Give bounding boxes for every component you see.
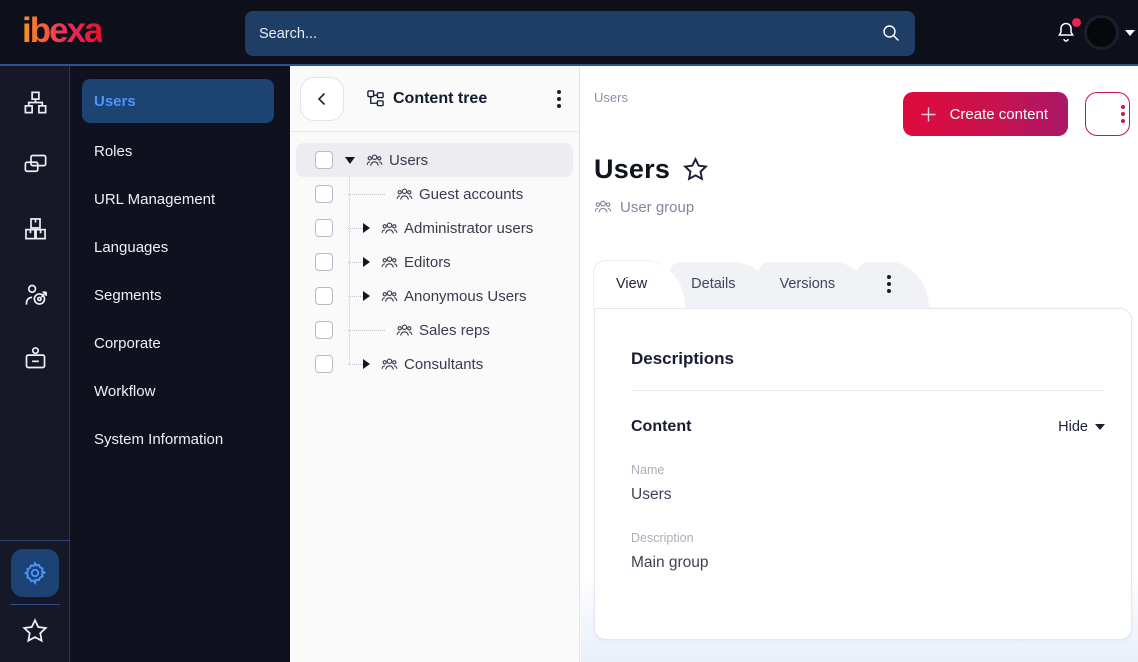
user-group-icon [381,356,398,373]
caret-down-icon [1095,424,1105,430]
content-tree-header: Content tree [290,66,579,132]
user-group-icon [396,322,413,339]
expand-toggle-right-icon[interactable] [363,257,370,267]
expand-toggle-down-icon[interactable] [345,156,355,164]
global-search [245,11,915,56]
notification-dot [1072,18,1081,27]
tab-versions[interactable]: Versions [757,262,874,308]
expand-toggle-right-icon[interactable] [363,291,370,301]
rail-divider-short [10,604,60,605]
collapse-tree-button[interactable] [300,76,344,121]
bookmark-star-icon[interactable] [682,156,709,183]
user-group-icon [381,288,398,305]
user-group-icon [396,186,413,203]
pages-icon[interactable] [0,151,70,178]
tree-item-users[interactable]: Users [296,143,573,177]
expand-toggle-right-icon[interactable] [363,359,370,369]
topbar: ibexa [0,0,1138,66]
search-input[interactable] [245,11,915,56]
content-tree-icon [366,89,385,108]
sidebar-item-system-information[interactable]: System Information [70,415,290,463]
expand-toggle-right-icon[interactable] [363,223,370,233]
user-group-icon [594,198,612,216]
create-content-button[interactable]: Create content [902,92,1068,136]
content-type-badge: User group [594,198,694,216]
tree-checkbox[interactable] [315,287,333,305]
descriptions-heading: Descriptions [631,349,734,368]
tree-item-administrator-users[interactable]: Administrator users [296,211,573,245]
sidebar-nav: Users Roles URL Management Languages Seg… [70,66,290,662]
tree-checkbox[interactable] [315,253,333,271]
page-title: Users [594,154,671,184]
content-tree-title: Content tree [393,89,488,107]
field-name: Name Users [631,463,672,503]
sidebar-item-corporate[interactable]: Corporate [70,319,290,367]
user-group-icon [381,220,398,237]
content-tree-list: Users Guest accounts Administrator users… [296,143,573,381]
tree-checkbox[interactable] [315,321,333,339]
user-group-icon [366,152,383,169]
avatar[interactable] [1084,15,1119,50]
user-group-icon [381,254,398,271]
view-tab-card: Descriptions Content Hide Name Users Des… [594,308,1132,640]
sidebar-item-workflow[interactable]: Workflow [70,367,290,415]
content-section-title: Content [631,418,692,435]
boxes-icon[interactable] [0,215,70,242]
sidebar-item-url-management[interactable]: URL Management [70,175,290,223]
personalization-icon[interactable] [0,281,70,308]
tree-item-consultants[interactable]: Consultants [296,347,573,381]
user-menu-chevron-down-icon[interactable] [1125,30,1135,36]
tree-item-guest-accounts[interactable]: Guest accounts [296,177,573,211]
plus-icon [921,107,936,121]
icon-rail [0,66,70,662]
content-actions-kebab-icon[interactable] [1085,92,1130,136]
tree-kebab-icon[interactable] [553,86,565,112]
search-icon[interactable] [881,23,901,43]
sidebar-item-segments[interactable]: Segments [70,271,290,319]
tree-item-editors[interactable]: Editors [296,245,573,279]
card-divider [631,390,1105,391]
field-description: Description Main group [631,531,709,571]
ibexa-logo: ibexa [22,11,103,50]
tree-checkbox[interactable] [315,219,333,237]
gear-icon[interactable] [11,549,59,597]
sidebar-item-languages[interactable]: Languages [70,223,290,271]
sidebar-item-users[interactable]: Users [82,79,274,123]
tree-item-anonymous-users[interactable]: Anonymous Users [296,279,573,313]
tree-checkbox[interactable] [315,185,333,203]
content-section-hide-toggle[interactable]: Hide [1058,419,1105,435]
bell-icon[interactable] [1054,18,1081,46]
tree-checkbox[interactable] [315,151,333,169]
content-tree-panel: Content tree Users Guest accounts Admini… [290,66,580,662]
sidebar-item-roles[interactable]: Roles [70,127,290,175]
badge-icon[interactable] [0,345,70,372]
tab-bar: View Details Versions Hide [594,261,930,308]
breadcrumb[interactable]: Users [594,90,628,105]
main-content: Users Create content Users User group Vi [581,66,1138,662]
sitemap-icon[interactable] [0,89,70,116]
tree-item-sales-reps[interactable]: Sales reps [296,313,573,347]
rail-divider [0,540,70,541]
tree-checkbox[interactable] [315,355,333,373]
bookmarks-star-icon[interactable] [0,617,70,645]
